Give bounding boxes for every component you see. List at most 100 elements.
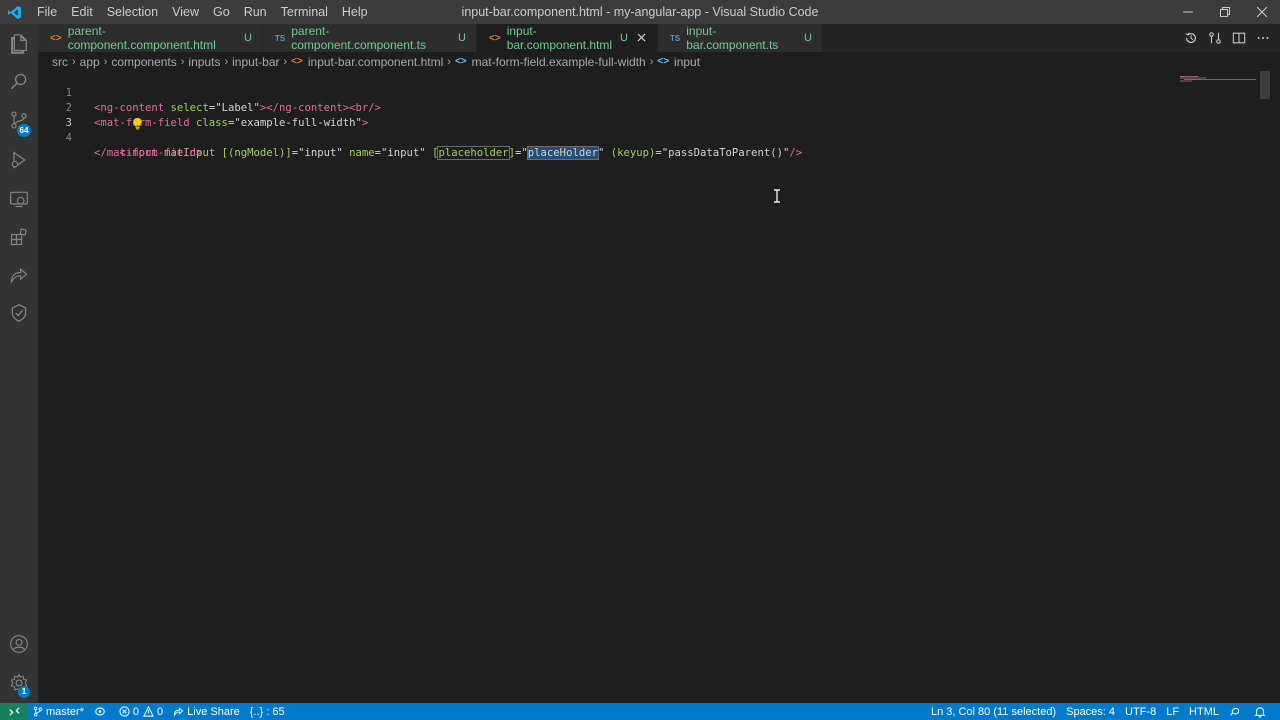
line-number: 4 bbox=[65, 132, 72, 144]
editor-actions bbox=[1182, 24, 1272, 52]
end-of-line[interactable]: LF bbox=[1161, 703, 1184, 720]
problems-indicator[interactable]: 0 0 bbox=[114, 703, 168, 720]
extensions-button[interactable] bbox=[0, 218, 38, 256]
menu-help[interactable]: Help bbox=[335, 0, 375, 24]
menu-selection[interactable]: Selection bbox=[100, 0, 165, 24]
breadcrumb-inputs[interactable]: inputs bbox=[188, 55, 220, 69]
menu-bar: File Edit Selection View Go Run Terminal… bbox=[30, 0, 375, 24]
sync-icon bbox=[95, 707, 105, 716]
breadcrumb-src[interactable]: src bbox=[52, 55, 68, 69]
more-actions-button[interactable] bbox=[1254, 29, 1272, 47]
encoding-text: UTF-8 bbox=[1125, 705, 1157, 718]
breadcrumb-input-bar[interactable]: input-bar bbox=[232, 55, 279, 69]
chevron-right-icon: › bbox=[283, 55, 288, 68]
breadcrumb-components[interactable]: components bbox=[111, 55, 176, 69]
search-button[interactable] bbox=[0, 63, 38, 101]
html-file-icon: <> bbox=[489, 32, 501, 44]
remote-icon bbox=[8, 707, 20, 716]
language-text: HTML bbox=[1189, 705, 1219, 718]
code-text: </mat-form-field> bbox=[94, 147, 203, 159]
code-line-1: 1 <ng-content select="Label"></ng-conten… bbox=[38, 71, 1188, 114]
timeline-button[interactable] bbox=[1182, 29, 1200, 47]
accounts-button[interactable] bbox=[0, 625, 38, 663]
live-share-button[interactable] bbox=[0, 256, 38, 294]
files-icon bbox=[11, 34, 27, 54]
code-line-2: 2 <mat-form-field class="example-full-wi… bbox=[38, 86, 1188, 129]
tab-input-bar-ts[interactable]: TS input-bar.component.ts U bbox=[658, 24, 823, 52]
live-share-label: Live Share bbox=[187, 705, 240, 718]
live-share-icon bbox=[10, 267, 28, 284]
manage-settings-button[interactable]: 1 bbox=[0, 664, 38, 702]
git-branch[interactable]: master* bbox=[28, 703, 89, 720]
menu-run[interactable]: Run bbox=[237, 0, 274, 24]
remote-explorer-button[interactable] bbox=[0, 180, 38, 218]
menu-file[interactable]: File bbox=[30, 0, 64, 24]
breadcrumb-leaf[interactable]: input bbox=[674, 55, 700, 69]
remote-indicator[interactable] bbox=[0, 703, 28, 720]
vertical-scrollbar[interactable] bbox=[1260, 71, 1270, 703]
language-mode[interactable]: HTML bbox=[1184, 703, 1224, 720]
source-control-button[interactable]: 64 bbox=[0, 101, 38, 139]
indentation[interactable]: Spaces: 4 bbox=[1061, 703, 1120, 720]
tab-label: input-bar.component.ts bbox=[686, 24, 779, 52]
untracked-status: U bbox=[244, 32, 252, 44]
code-line-3: 3 <input matInput [(ngModel)]="input" na… bbox=[38, 101, 1188, 160]
typescript-file-icon: TS bbox=[670, 33, 681, 43]
chevron-right-icon: › bbox=[103, 55, 108, 68]
chevron-right-icon: › bbox=[72, 55, 76, 68]
menu-view[interactable]: View bbox=[165, 0, 206, 24]
bell-icon bbox=[1254, 706, 1266, 718]
text-cursor-icon bbox=[772, 189, 782, 203]
status-bar: master* 0 0 Live Share {..} : 65 Ln 3, C… bbox=[0, 703, 1280, 720]
typescript-file-icon: TS bbox=[275, 33, 286, 43]
menu-go[interactable]: Go bbox=[206, 0, 237, 24]
breadcrumb-app[interactable]: app bbox=[80, 55, 100, 69]
tab-input-bar-html[interactable]: <> input-bar.component.html U bbox=[477, 24, 658, 52]
live-share-status[interactable]: Live Share bbox=[168, 703, 245, 720]
ellipsis-icon bbox=[1257, 37, 1269, 39]
indentation-text: Spaces: 4 bbox=[1066, 705, 1116, 718]
menu-terminal[interactable]: Terminal bbox=[274, 0, 335, 24]
symbol-indicator[interactable]: {..} : 65 bbox=[245, 703, 290, 720]
close-window-button[interactable] bbox=[1243, 0, 1280, 24]
chevron-right-icon: › bbox=[224, 55, 229, 68]
cursor-position[interactable]: Ln 3, Col 80 (11 selected) bbox=[926, 703, 1061, 720]
activity-bar: 64 1 bbox=[0, 24, 38, 703]
error-count: 0 bbox=[132, 705, 140, 718]
explorer-button[interactable] bbox=[0, 25, 38, 63]
testing-button[interactable] bbox=[0, 294, 38, 332]
notifications-button[interactable] bbox=[1249, 703, 1274, 720]
html-file-icon: <> bbox=[291, 56, 303, 67]
menu-edit[interactable]: Edit bbox=[64, 0, 100, 24]
run-debug-button[interactable] bbox=[0, 141, 38, 179]
symbol-text: {..} : 65 bbox=[249, 705, 285, 718]
sync-changes[interactable] bbox=[89, 703, 114, 720]
title-bar: File Edit Selection View Go Run Terminal… bbox=[0, 0, 1280, 24]
breadcrumb-element[interactable]: mat-form-field.example-full-width bbox=[472, 55, 646, 69]
close-tab-button[interactable] bbox=[636, 31, 647, 45]
scrollbar-thumb[interactable] bbox=[1260, 71, 1270, 99]
warning-count: 0 bbox=[157, 705, 164, 718]
tab-parent-component-html[interactable]: <> parent-component.component.html U bbox=[38, 24, 263, 52]
breadcrumb-file[interactable]: input-bar.component.html bbox=[308, 55, 443, 69]
source-control-badge: 64 bbox=[17, 124, 31, 137]
code-editor[interactable]: 1 <ng-content select="Label"></ng-conten… bbox=[38, 71, 1270, 703]
remote-explorer-icon bbox=[10, 191, 28, 208]
warning-icon bbox=[143, 706, 154, 717]
chevron-right-icon: › bbox=[180, 55, 185, 68]
chevron-right-icon: › bbox=[447, 55, 451, 68]
live-share-icon bbox=[174, 707, 184, 717]
minimize-button[interactable] bbox=[1169, 0, 1206, 24]
eol-text: LF bbox=[1166, 705, 1180, 718]
tab-parent-component-ts[interactable]: TS parent-component.component.ts U bbox=[263, 24, 477, 52]
minimap[interactable] bbox=[1180, 71, 1256, 82]
encoding[interactable]: UTF-8 bbox=[1120, 703, 1161, 720]
open-changes-button[interactable] bbox=[1206, 29, 1224, 47]
history-icon bbox=[1185, 32, 1196, 43]
account-icon bbox=[10, 635, 28, 653]
split-editor-button[interactable] bbox=[1230, 29, 1248, 47]
feedback-button[interactable] bbox=[1224, 703, 1249, 720]
restore-button[interactable] bbox=[1206, 0, 1243, 24]
close-icon bbox=[637, 33, 646, 42]
split-editor-icon bbox=[1232, 32, 1246, 44]
